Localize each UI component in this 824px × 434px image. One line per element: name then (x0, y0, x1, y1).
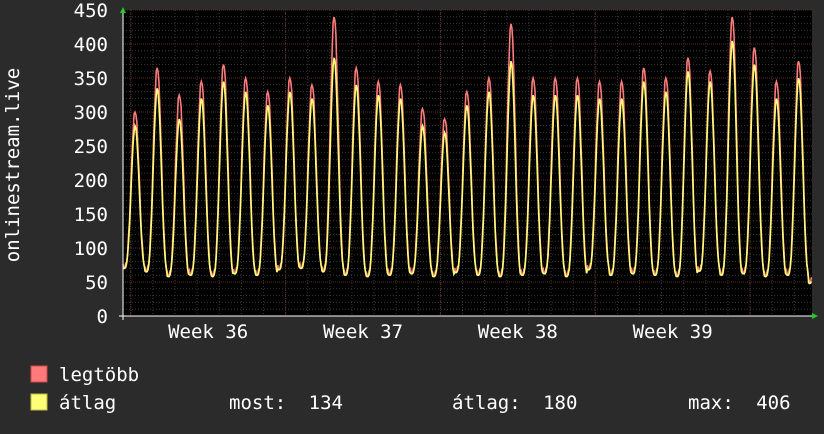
legend-label-avg: átlag (59, 392, 116, 414)
chart-svg: 050100150200250300350400450 Week 36 Week … (2, 0, 818, 414)
y-tick-label: 450 (74, 0, 108, 22)
y-tick-label: 350 (74, 68, 108, 90)
stat-average-value: 180 (543, 392, 577, 414)
x-tick-label: Week 38 (478, 321, 558, 343)
legend: legtöbb átlag (30, 364, 139, 414)
stat-current-value: 134 (309, 392, 343, 414)
x-tick-label: Week 37 (323, 321, 403, 343)
stat-average: átlag: 180 (452, 392, 577, 414)
y-tick-label: 150 (74, 204, 108, 226)
x-tick-label: Week 36 (168, 321, 248, 343)
x-tick-labels: Week 36 Week 37 Week 38 Week 39 (168, 321, 713, 343)
stat-max: max: 406 (688, 392, 791, 414)
y-tick-label: 200 (74, 170, 108, 192)
stat-current-label: most: (229, 392, 286, 414)
chart: 0 50 100 150 200 250 300 350 400 450 Week 36 Week … (0, 0, 824, 430)
stats: most: 134 átlag: 180 max: 406 (229, 392, 791, 414)
stat-current: most: 134 (229, 392, 343, 414)
x-tick-label: Week 39 (633, 321, 713, 343)
stat-max-value: 406 (756, 392, 790, 414)
y-tick-label: 0 (97, 306, 108, 328)
y-tick-label: 50 (85, 272, 108, 294)
stat-max-label: max: (688, 392, 734, 414)
y-tick-labels: 0 50 100 150 200 250 300 350 400 450 (74, 0, 108, 328)
x-axis-arrow-icon (812, 313, 818, 319)
y-tick-label: 100 (74, 238, 108, 260)
legend-swatch-max (30, 365, 48, 383)
plot-area (123, 10, 812, 316)
legend-swatch-avg (30, 393, 48, 411)
y-tick-label: 300 (74, 102, 108, 124)
y-tick-label: 250 (74, 136, 108, 158)
y-axis-label: onlinestream.live (2, 68, 24, 262)
legend-label-max: legtöbb (59, 364, 139, 386)
y-tick-label: 400 (74, 34, 108, 56)
stat-average-label: átlag: (452, 392, 521, 414)
